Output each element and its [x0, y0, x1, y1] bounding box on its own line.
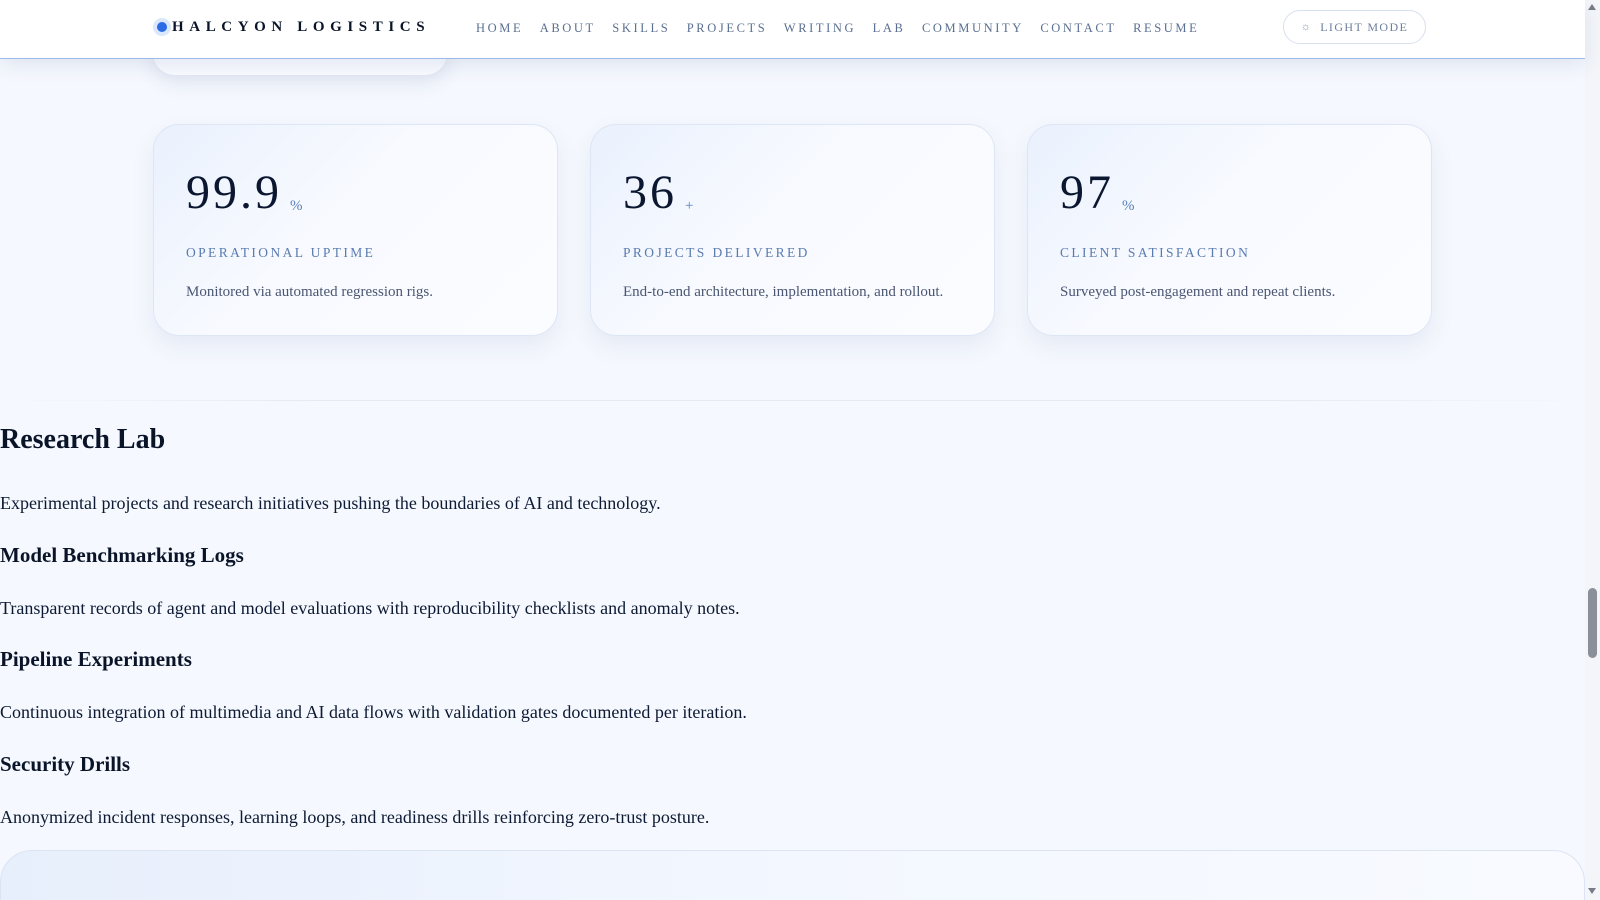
stat-suffix: +	[685, 198, 694, 214]
vertical-scrollbar[interactable]	[1585, 0, 1600, 900]
lab-item-description: Transparent records of agent and model e…	[0, 598, 740, 618]
stat-value: 97	[1060, 166, 1114, 219]
stat-card-projects: 36 + PROJECTS DELIVERED End-to-end archi…	[590, 124, 995, 336]
stat-description: Surveyed post-engagement and repeat clie…	[1060, 284, 1336, 300]
nav-link-lab[interactable]: LAB	[873, 20, 906, 36]
nav-link-contact[interactable]: CONTACT	[1040, 20, 1116, 36]
lab-item-title: Security Drills	[0, 752, 131, 776]
stat-card-satisfaction: 97 % CLIENT SATISFACTION Surveyed post-e…	[1027, 124, 1432, 336]
nav-link-skills[interactable]: SKILLS	[612, 20, 670, 36]
stat-value: 36	[623, 166, 677, 219]
scroll-up-arrow-icon[interactable]	[1588, 4, 1596, 10]
section-intro: Experimental projects and research initi…	[0, 493, 661, 513]
stat-label: PROJECTS DELIVERED	[623, 245, 810, 260]
stat-suffix: %	[1122, 198, 1135, 214]
nav-link-community[interactable]: COMMUNITY	[922, 20, 1024, 36]
theme-toggle-label: LIGHT MODE	[1320, 19, 1409, 34]
stat-label: CLIENT SATISFACTION	[1060, 245, 1251, 260]
main-nav: HOME ABOUT SKILLS PROJECTS WRITING LAB C…	[476, 20, 1216, 36]
lab-item-title: Pipeline Experiments	[0, 647, 192, 671]
nav-link-home[interactable]: HOME	[476, 20, 523, 36]
nav-link-resume[interactable]: RESUME	[1133, 20, 1199, 36]
nav-link-about[interactable]: ABOUT	[540, 20, 596, 36]
stat-card-uptime: 99.9 % OPERATIONAL UPTIME Monitored via …	[153, 124, 558, 336]
nav-link-writing[interactable]: WRITING	[784, 20, 856, 36]
scrollbar-thumb[interactable]	[1588, 588, 1597, 658]
top-navigation-bar: HALCYON LOGISTICS HOME ABOUT SKILLS PROJ…	[0, 0, 1585, 59]
next-section-panel	[0, 850, 1585, 900]
brand-name: HALCYON LOGISTICS	[172, 18, 431, 35]
brand-logo-icon	[153, 18, 171, 36]
stat-description: End-to-end architecture, implementation,…	[623, 284, 944, 300]
nav-link-projects[interactable]: PROJECTS	[687, 20, 768, 36]
stat-description: Monitored via automated regression rigs.	[186, 284, 434, 300]
stat-suffix: %	[290, 198, 303, 214]
theme-toggle-button[interactable]: ☼ LIGHT MODE	[1283, 10, 1426, 44]
sun-icon: ☼	[1300, 21, 1313, 33]
stat-label: OPERATIONAL UPTIME	[186, 245, 376, 260]
section-divider	[0, 400, 1585, 401]
lab-item-title: Model Benchmarking Logs	[0, 543, 244, 567]
stat-value-row: 97 %	[1060, 169, 1135, 217]
lab-item-description: Anonymized incident responses, learning …	[0, 807, 710, 827]
stat-value-row: 36 +	[623, 169, 693, 217]
brand[interactable]: HALCYON LOGISTICS	[153, 17, 430, 37]
scroll-down-arrow-icon[interactable]	[1588, 888, 1596, 894]
lab-item-description: Continuous integration of multimedia and…	[0, 702, 747, 722]
section-title: Research Lab	[0, 424, 166, 455]
stat-value-row: 99.9 %	[186, 169, 303, 217]
stat-value: 99.9	[186, 166, 282, 219]
